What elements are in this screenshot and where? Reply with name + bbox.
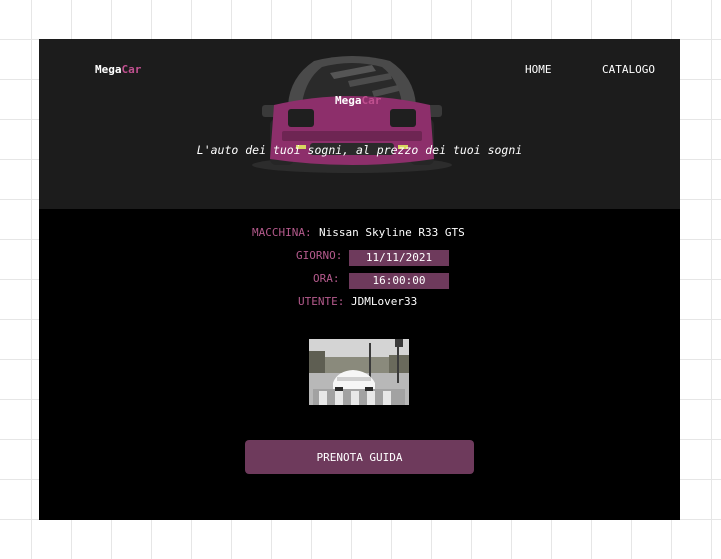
hero-brand-suffix: Car [361, 94, 382, 107]
brand-suffix: Car [121, 63, 142, 76]
hero-brand-logo: MegaCar [335, 94, 381, 107]
book-drive-button[interactable]: PRENOTA GUIDA [245, 440, 474, 474]
nav-home-link[interactable]: HOME [525, 63, 552, 76]
time-label: ORA: [313, 272, 340, 285]
user-label: UTENTE: [298, 295, 345, 308]
car-value: Nissan Skyline R33 GTS [319, 226, 465, 239]
brand-logo[interactable]: MegaCar [95, 63, 141, 76]
hero-header: MegaCar MegaCar HOME CATALOGO L'auto dei… [39, 39, 680, 209]
hero-tagline: L'auto dei tuoi sogni, al prezzo dei tuo… [196, 143, 523, 157]
page-container: MegaCar MegaCar HOME CATALOGO L'auto dei… [39, 39, 680, 520]
brand-prefix: Mega [95, 63, 122, 76]
nav-catalog-link[interactable]: CATALOGO [602, 63, 655, 76]
time-value: 16:00:00 [349, 273, 449, 289]
hero-brand-prefix: Mega [335, 94, 362, 107]
car-photo [309, 339, 409, 405]
day-label: GIORNO: [296, 249, 343, 262]
day-value: 11/11/2021 [349, 250, 449, 266]
car-label: MACCHINA: [252, 226, 312, 239]
user-value: JDMLover33 [351, 295, 418, 308]
